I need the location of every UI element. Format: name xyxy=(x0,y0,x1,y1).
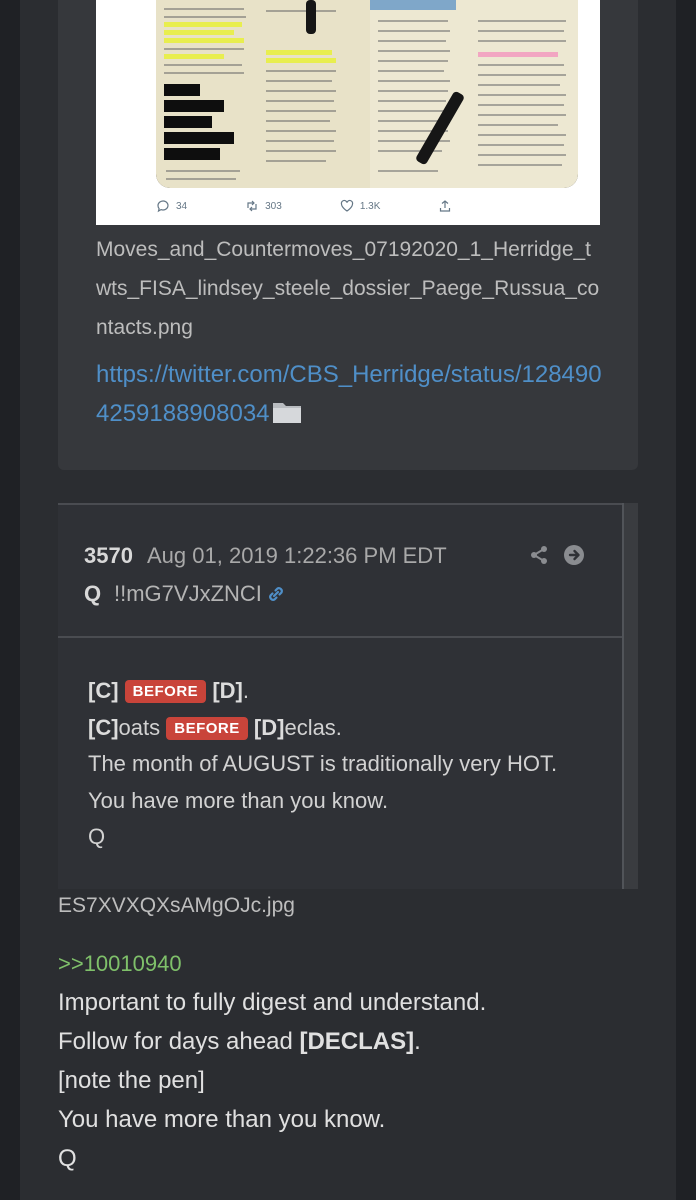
q-line-4: You have more than you know. xyxy=(88,787,389,813)
marker-pen-upright xyxy=(306,0,316,34)
share-icon[interactable] xyxy=(529,545,549,570)
before-badge: BEFORE xyxy=(124,680,207,703)
tweet-embed[interactable]: 34 303 1.3K xyxy=(96,0,600,225)
q-line-1: [C] BEFORE [D]. xyxy=(88,678,249,703)
post-number[interactable]: 3570 xyxy=(84,543,133,569)
reply-line-4: You have more than you know. xyxy=(58,1106,386,1133)
q-line-5: Q xyxy=(88,824,106,849)
reply-line-3: [note the pen] xyxy=(58,1067,205,1094)
document-page-left xyxy=(156,0,370,188)
q-post-header: 3570 Aug 01, 2019 1:22:36 PM EDT Q !!mG7… xyxy=(58,503,622,638)
tweet-photo[interactable] xyxy=(156,0,578,188)
reply-icon xyxy=(157,200,169,213)
reply-body: >>10010940 Important to fully digest and… xyxy=(58,944,658,1178)
attachment-filename: Moves_and_Countermoves_07192020_1_Herrid… xyxy=(96,238,600,339)
retweet-icon xyxy=(247,200,257,212)
q-line-2: [C]oats BEFORE [D]eclas. xyxy=(88,714,342,740)
q-post-body: [C] BEFORE [D]. [C]oats BEFORE [D]eclas.… xyxy=(88,673,608,856)
post-timestamp: Aug 01, 2019 1:22:36 PM EDT xyxy=(147,543,447,568)
reply-action[interactable]: 34 xyxy=(156,199,187,213)
q-post-inner: 3570 Aug 01, 2019 1:22:36 PM EDT Q !!mG7… xyxy=(58,503,624,889)
declas-tag: [DECLAS] xyxy=(299,1028,415,1055)
reply-line-2: Follow for days ahead [DECLAS]. xyxy=(58,1028,421,1055)
reply-line-5: Q xyxy=(58,1145,77,1172)
share-action[interactable] xyxy=(438,199,452,213)
retweet-count: 303 xyxy=(265,200,282,212)
reply-line-1: Important to fully digest and understand… xyxy=(58,989,487,1016)
like-action[interactable]: 1.3K xyxy=(340,199,381,213)
folder-icon xyxy=(272,398,302,437)
image-filename: ES7XVXQXsAMgOJc.jpg xyxy=(58,894,295,917)
heart-icon xyxy=(340,199,353,212)
like-count: 1.3K xyxy=(359,200,381,212)
document-page-right xyxy=(370,0,578,188)
arrow-right-circle-icon[interactable] xyxy=(563,544,585,571)
upload-icon xyxy=(440,200,451,212)
link-icon[interactable] xyxy=(264,582,288,611)
post-tripcode: !!mG7VJxZNCI xyxy=(114,581,262,606)
q-line-3: The month of AUGUST is traditionally ver… xyxy=(88,751,558,776)
retweet-action[interactable]: 303 xyxy=(245,199,282,213)
source-link[interactable]: https://twitter.com/CBS_Herridge/status/… xyxy=(96,355,606,437)
post-author: Q xyxy=(84,581,102,606)
quote-reference-link[interactable]: >>10010940 xyxy=(58,944,658,983)
before-badge: BEFORE xyxy=(166,716,248,740)
source-link-text[interactable]: https://twitter.com/CBS_Herridge/status/… xyxy=(96,361,602,427)
quoted-q-post: 3570 Aug 01, 2019 1:22:36 PM EDT Q !!mG7… xyxy=(58,503,638,889)
reply-count: 34 xyxy=(176,200,188,212)
tweet-actions: 34 303 1.3K xyxy=(156,196,576,216)
